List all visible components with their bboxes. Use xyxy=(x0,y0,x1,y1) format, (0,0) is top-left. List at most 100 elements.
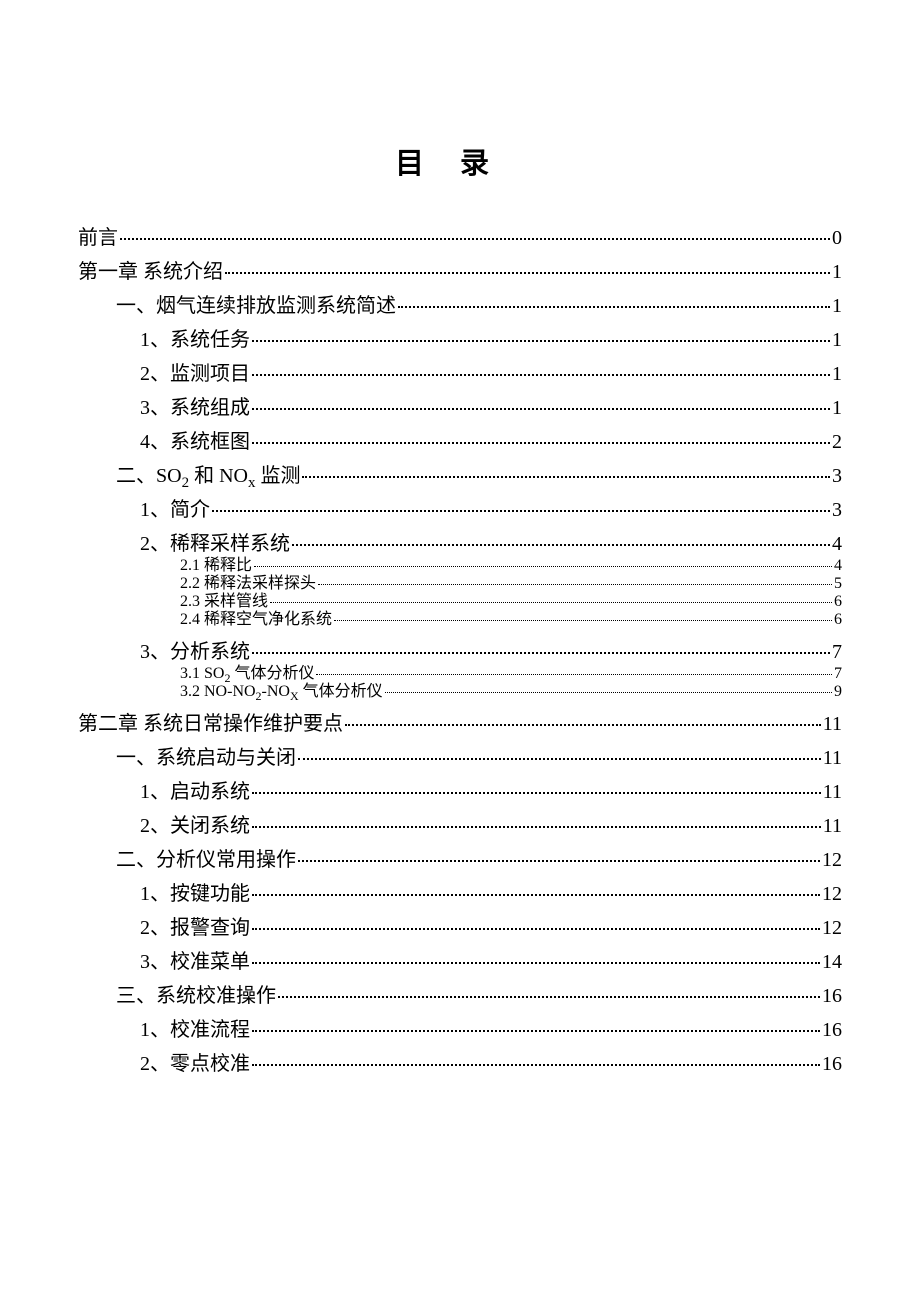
toc-entry: 1、系统任务 1 xyxy=(140,330,842,350)
toc-leader-dots xyxy=(252,1030,820,1032)
toc-entry-page: 11 xyxy=(823,782,842,802)
toc-entry-label: 2、稀释采样系统 xyxy=(140,534,290,554)
toc-entry-page: 1 xyxy=(832,296,842,316)
toc-leader-dots xyxy=(318,584,832,585)
toc-entry: 1、校准流程 16 xyxy=(140,1020,842,1040)
toc-leader-dots xyxy=(252,1064,820,1066)
toc-entry: 二、SO2 和 NOx 监测 3 xyxy=(116,466,842,486)
toc-entry-label: 1、系统任务 xyxy=(140,330,250,350)
toc-leader-dots xyxy=(252,340,830,342)
toc-entry: 2.2 稀释法采样探头 5 xyxy=(180,576,842,592)
toc-leader-dots xyxy=(334,620,832,621)
toc-leader-dots xyxy=(252,652,830,654)
toc-entry-label: 1、按键功能 xyxy=(140,884,250,904)
toc-leader-dots xyxy=(302,476,830,478)
toc-entry-label: 3、系统组成 xyxy=(140,398,250,418)
toc-entry-label: 1、启动系统 xyxy=(140,782,250,802)
toc-entry-label: 前言 xyxy=(78,228,118,248)
toc-entry: 2、稀释采样系统 4 xyxy=(140,534,842,554)
toc-entry-page: 0 xyxy=(832,228,842,248)
toc-entry-page: 16 xyxy=(822,1054,842,1074)
toc-entry-label: 一、烟气连续排放监测系统简述 xyxy=(116,296,396,316)
toc-entry-page: 5 xyxy=(834,576,842,592)
toc-entry: 2.1 稀释比 4 xyxy=(180,558,842,574)
toc-entry: 2、监测项目 1 xyxy=(140,364,842,384)
toc-entry: 4、系统框图2 xyxy=(140,432,842,452)
toc-entry: 3、校准菜单 14 xyxy=(140,952,842,972)
toc-leader-dots xyxy=(398,306,830,308)
toc-entry-page: 1 xyxy=(832,330,842,350)
toc-leader-dots xyxy=(252,374,830,376)
toc-leader-dots xyxy=(120,238,830,240)
toc-entry: 1、启动系统 11 xyxy=(140,782,842,802)
toc-entry-label: 2.2 稀释法采样探头 xyxy=(180,576,316,592)
toc-entry: 2、报警查询 12 xyxy=(140,918,842,938)
toc-entry-label: 2、关闭系统 xyxy=(140,816,250,836)
toc-entry-label: 2、报警查询 xyxy=(140,918,250,938)
toc-entry-label: 3.1 SO2 气体分析仪 xyxy=(180,666,314,682)
toc-entry: 3.2 NO-NO2-NOX 气体分析仪9 xyxy=(180,684,842,700)
toc-title: 目录 xyxy=(78,140,842,182)
toc-entry: 二、分析仪常用操作 12 xyxy=(116,850,842,870)
toc-leader-dots xyxy=(292,544,830,546)
toc-entry-page: 16 xyxy=(822,1020,842,1040)
toc-entry: 第二章 系统日常操作维护要点 11 xyxy=(78,714,842,734)
toc-entry-page: 12 xyxy=(822,850,842,870)
toc-entry-label: 2、监测项目 xyxy=(140,364,250,384)
toc-entry-page: 1 xyxy=(832,364,842,384)
toc-entry: 2、零点校准 16 xyxy=(140,1054,842,1074)
toc-leader-dots xyxy=(252,792,821,794)
toc-entry-label: 三、系统校准操作 xyxy=(116,986,276,1006)
toc-entry: 2.4 稀释空气净化系统 6 xyxy=(180,612,842,628)
toc-entry-page: 4 xyxy=(832,534,842,554)
toc-leader-dots xyxy=(252,826,821,828)
toc-entry-page: 11 xyxy=(823,816,842,836)
toc-entry-page: 1 xyxy=(832,398,842,418)
toc-entry: 2.3 采样管线6 xyxy=(180,594,842,610)
toc-leader-dots xyxy=(252,442,830,444)
toc-entry: 1、按键功能12 xyxy=(140,884,842,904)
toc-entry-page: 4 xyxy=(834,558,842,574)
toc-entry: 3、系统组成 1 xyxy=(140,398,842,418)
toc-entry-page: 11 xyxy=(823,748,842,768)
toc-entry-page: 11 xyxy=(823,714,842,734)
toc-leader-dots xyxy=(212,510,830,512)
toc-entry-page: 3 xyxy=(832,466,842,486)
toc-entry-label: 第二章 系统日常操作维护要点 xyxy=(78,714,343,734)
toc-entry-page: 7 xyxy=(834,666,842,682)
toc-leader-dots xyxy=(252,962,820,964)
toc-leader-dots xyxy=(252,408,830,410)
toc-entry-page: 12 xyxy=(822,918,842,938)
toc-entry: 3.1 SO2 气体分析仪 7 xyxy=(180,666,842,682)
toc-entry-label: 2、零点校准 xyxy=(140,1054,250,1074)
toc-entry: 一、系统启动与关闭 11 xyxy=(116,748,842,768)
toc-leader-dots xyxy=(254,566,832,567)
toc-list: 前言0第一章 系统介绍1一、烟气连续排放监测系统简述11、系统任务12、监测项目… xyxy=(78,228,842,1074)
toc-entry-page: 7 xyxy=(832,642,842,662)
toc-entry-page: 3 xyxy=(832,500,842,520)
toc-leader-dots xyxy=(278,996,820,998)
toc-entry: 一、烟气连续排放监测系统简述 1 xyxy=(116,296,842,316)
toc-entry-label: 2.4 稀释空气净化系统 xyxy=(180,612,332,628)
toc-entry-label: 1、校准流程 xyxy=(140,1020,250,1040)
toc-entry: 2、关闭系统 11 xyxy=(140,816,842,836)
toc-leader-dots xyxy=(252,894,820,896)
toc-entry-label: 2.1 稀释比 xyxy=(180,558,252,574)
toc-entry-page: 2 xyxy=(832,432,842,452)
toc-entry-page: 1 xyxy=(832,262,842,282)
toc-entry-page: 14 xyxy=(822,952,842,972)
toc-entry-label: 1、简介 xyxy=(140,500,210,520)
toc-entry-label: 3、校准菜单 xyxy=(140,952,250,972)
toc-leader-dots xyxy=(316,674,832,675)
toc-leader-dots xyxy=(252,928,820,930)
toc-entry-label: 二、分析仪常用操作 xyxy=(116,850,296,870)
toc-entry-label: 3、分析系统 xyxy=(140,642,250,662)
toc-leader-dots xyxy=(298,758,821,760)
toc-entry-page: 6 xyxy=(834,612,842,628)
toc-entry-page: 6 xyxy=(834,594,842,610)
toc-entry: 1、简介 3 xyxy=(140,500,842,520)
toc-entry-label: 二、SO2 和 NOx 监测 xyxy=(116,466,300,486)
toc-entry: 前言 0 xyxy=(78,228,842,248)
toc-entry: 第一章 系统介绍1 xyxy=(78,262,842,282)
toc-entry-label: 一、系统启动与关闭 xyxy=(116,748,296,768)
